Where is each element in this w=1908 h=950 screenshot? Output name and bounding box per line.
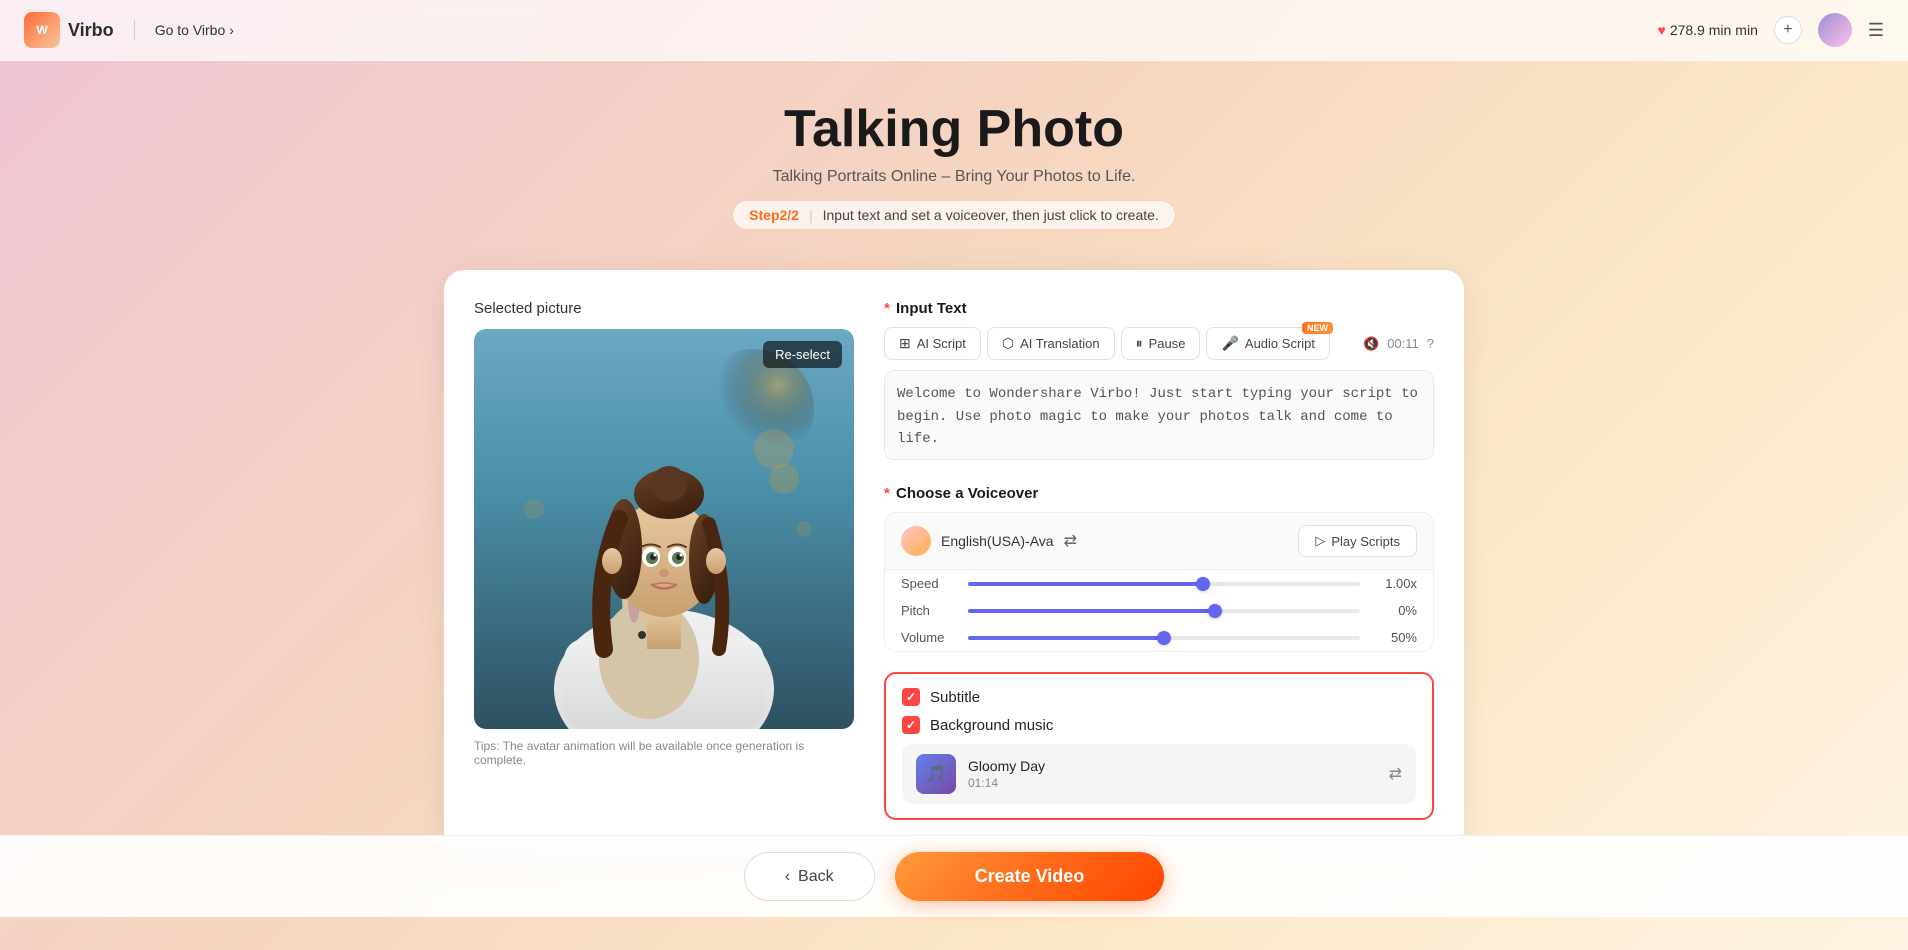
- speaker-icon: 🔇: [1363, 336, 1379, 352]
- step-pipe: |: [809, 207, 813, 223]
- voice-name: English(USA)-Ava: [941, 533, 1054, 549]
- add-credits-button[interactable]: +: [1774, 16, 1802, 44]
- speed-slider-track[interactable]: [968, 582, 1360, 586]
- play-scripts-button[interactable]: ▷ Play Scripts: [1298, 525, 1417, 557]
- input-text-tab-bar: ⊞ AI Script ⬡ AI Translation ⏸ Pause 🎤 A…: [884, 327, 1434, 360]
- header-divider: [134, 20, 135, 40]
- chevron-right-icon: ›: [229, 22, 234, 38]
- content-card: Selected picture: [444, 270, 1464, 850]
- go-to-virbo-link[interactable]: Go to Virbo ›: [155, 22, 234, 38]
- heart-icon: ♥: [1658, 22, 1666, 38]
- voiceover-label: * Choose a Voiceover: [884, 485, 1434, 502]
- header: W Virbo Go to Virbo › ♥ 278.9 min min + …: [0, 0, 1908, 61]
- credits-display: ♥ 278.9 min min: [1658, 22, 1758, 38]
- header-left: W Virbo Go to Virbo ›: [24, 12, 234, 48]
- page-title-area: Talking Photo Talking Portraits Online –…: [0, 61, 1908, 250]
- right-panel: * Input Text ⊞ AI Script ⬡ AI Translatio…: [884, 300, 1434, 820]
- logo-text: Virbo: [68, 20, 114, 41]
- voiceover-header: English(USA)-Ava ⇄ ▷ Play Scripts: [885, 513, 1433, 570]
- ai-translation-icon: ⬡: [1002, 335, 1014, 352]
- music-info: Gloomy Day 01:14: [968, 758, 1377, 790]
- tab-ai-script[interactable]: ⊞ AI Script: [884, 327, 981, 360]
- bg-music-label: Background music: [930, 717, 1053, 734]
- credits-unit: min: [1735, 22, 1758, 38]
- page-title: Talking Photo: [20, 101, 1888, 158]
- volume-slider-thumb[interactable]: [1157, 631, 1171, 645]
- subtitle-checkbox[interactable]: [902, 688, 920, 706]
- volume-slider-track[interactable]: [968, 636, 1360, 640]
- page-subtitle: Talking Portraits Online – Bring Your Ph…: [20, 168, 1888, 186]
- logo-wrap: W Virbo: [24, 12, 114, 48]
- tab-ai-translation[interactable]: ⬡ AI Translation: [987, 327, 1115, 360]
- voiceover-section: * Choose a Voiceover English(USA)-Ava ⇄ …: [884, 485, 1434, 652]
- play-circle-icon: ▷: [1315, 533, 1325, 549]
- photo-svg: [474, 329, 854, 729]
- hamburger-menu-button[interactable]: ☰: [1868, 20, 1884, 41]
- timer-display: 00:11: [1387, 336, 1419, 351]
- speed-slider-row: Speed 1.00x: [885, 570, 1433, 597]
- logo-icon: W: [24, 12, 60, 48]
- subtitle-label: Subtitle: [930, 689, 980, 706]
- music-title: Gloomy Day: [968, 758, 1377, 774]
- speed-slider-fill: [968, 582, 1203, 586]
- tab-audio-script[interactable]: 🎤 Audio Script NEW: [1206, 327, 1330, 360]
- audio-script-icon: 🎤: [1221, 335, 1238, 352]
- header-right: ♥ 278.9 min min + ☰: [1658, 13, 1885, 47]
- pitch-slider-fill: [968, 609, 1215, 613]
- create-video-button[interactable]: Create Video: [895, 852, 1165, 901]
- speed-slider-thumb[interactable]: [1196, 577, 1210, 591]
- selected-picture-label: Selected picture: [474, 300, 854, 317]
- help-icon: ?: [1427, 336, 1434, 351]
- required-star-2: *: [884, 485, 890, 502]
- voice-selector[interactable]: English(USA)-Ava ⇄: [901, 526, 1077, 556]
- music-thumbnail: 🎵: [916, 754, 956, 794]
- volume-slider-row: Volume 50%: [885, 624, 1433, 651]
- pitch-slider-row: Pitch 0%: [885, 597, 1433, 624]
- speed-label: Speed: [901, 576, 956, 591]
- tab-bar-right: 🔇 00:11 ?: [1363, 336, 1434, 352]
- input-text-section: * Input Text ⊞ AI Script ⬡ AI Translatio…: [884, 300, 1434, 465]
- back-button[interactable]: ‹ Back: [744, 852, 875, 901]
- step-indicator: Step2/2 | Input text and set a voiceover…: [732, 200, 1176, 230]
- music-item: 🎵 Gloomy Day 01:14 ⇄: [902, 744, 1416, 804]
- user-avatar[interactable]: [1818, 13, 1852, 47]
- music-swap-icon[interactable]: ⇄: [1389, 764, 1402, 784]
- bottom-bar: ‹ Back Create Video: [0, 835, 1908, 917]
- extras-section: Subtitle Background music 🎵 Gloomy Day 0…: [884, 672, 1434, 820]
- ai-script-icon: ⊞: [899, 335, 911, 352]
- subtitle-checkbox-row: Subtitle: [902, 688, 1416, 706]
- voice-swap-icon[interactable]: ⇄: [1064, 531, 1077, 551]
- bg-music-checkbox-row: Background music: [902, 716, 1416, 734]
- script-textarea[interactable]: Welcome to Wondershare Virbo! Just start…: [884, 370, 1434, 460]
- bg-music-checkbox[interactable]: [902, 716, 920, 734]
- pitch-value: 0%: [1372, 603, 1417, 618]
- back-arrow-icon: ‹: [785, 868, 790, 886]
- required-star: *: [884, 300, 890, 317]
- pause-icon: ⏸: [1136, 335, 1143, 352]
- volume-label: Volume: [901, 630, 956, 645]
- pitch-slider-track[interactable]: [968, 609, 1360, 613]
- photo-container: Re-select: [474, 329, 854, 729]
- pitch-slider-thumb[interactable]: [1208, 604, 1222, 618]
- tab-pause[interactable]: ⏸ Pause: [1121, 327, 1201, 360]
- step-badge: Step2/2: [749, 207, 799, 223]
- left-panel: Selected picture: [474, 300, 854, 820]
- photo-tip: Tips: The avatar animation will be avail…: [474, 739, 854, 767]
- voice-avatar: [901, 526, 931, 556]
- reselect-button[interactable]: Re-select: [763, 341, 842, 368]
- step-description: Input text and set a voiceover, then jus…: [823, 207, 1159, 223]
- new-badge: NEW: [1302, 322, 1333, 334]
- voiceover-card: English(USA)-Ava ⇄ ▷ Play Scripts Speed: [884, 512, 1434, 652]
- input-text-label: * Input Text: [884, 300, 1434, 317]
- volume-slider-fill: [968, 636, 1164, 640]
- speed-value: 1.00x: [1372, 576, 1417, 591]
- music-duration: 01:14: [968, 776, 1377, 790]
- volume-value: 50%: [1372, 630, 1417, 645]
- pitch-label: Pitch: [901, 603, 956, 618]
